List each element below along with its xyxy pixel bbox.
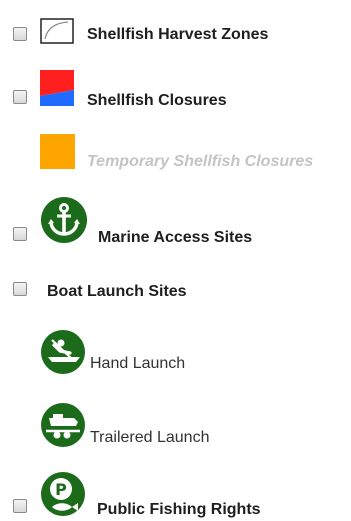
layer-row-trailered-launch: Trailered Launch bbox=[0, 395, 351, 455]
layer-row-fishing-rights: P Public Fishing Rights bbox=[0, 465, 351, 521]
shellfish-closures-checkbox[interactable] bbox=[13, 90, 27, 104]
temporary-closure-swatch-icon bbox=[40, 134, 75, 169]
svg-text:P: P bbox=[55, 480, 67, 499]
layer-row-hand-launch: Hand Launch bbox=[0, 325, 351, 385]
trailered-launch-label: Trailered Launch bbox=[90, 429, 210, 446]
boat-launch-label: Boat Launch Sites bbox=[47, 283, 187, 300]
layer-row-boat-launch: Boat Launch Sites bbox=[0, 270, 351, 320]
harvest-zone-polygon-icon bbox=[40, 18, 74, 44]
layer-row-marine-access: Marine Access Sites bbox=[0, 190, 351, 260]
layer-row-temporary-closures: Temporary Shellfish Closures bbox=[0, 120, 351, 185]
closure-swatch-icon bbox=[40, 70, 74, 106]
temporary-closures-label: Temporary Shellfish Closures bbox=[87, 153, 314, 170]
fishing-rights-checkbox[interactable] bbox=[13, 499, 27, 513]
shellfish-closures-label: Shellfish Closures bbox=[87, 92, 227, 109]
anchor-icon bbox=[40, 196, 88, 244]
kayak-icon bbox=[40, 329, 86, 375]
harvest-zones-checkbox[interactable] bbox=[13, 27, 27, 41]
boat-launch-checkbox[interactable] bbox=[13, 282, 27, 296]
layer-row-harvest-zones: Shellfish Harvest Zones bbox=[0, 0, 351, 60]
hand-launch-label: Hand Launch bbox=[90, 355, 186, 372]
fishing-rights-icon: P bbox=[40, 471, 86, 517]
marine-access-checkbox[interactable] bbox=[13, 227, 27, 241]
boat-trailer-icon bbox=[40, 402, 86, 448]
fishing-rights-label: Public Fishing Rights bbox=[97, 501, 261, 518]
layer-row-shellfish-closures: Shellfish Closures bbox=[0, 60, 351, 120]
marine-access-label: Marine Access Sites bbox=[98, 229, 253, 246]
harvest-zones-label: Shellfish Harvest Zones bbox=[87, 26, 269, 43]
